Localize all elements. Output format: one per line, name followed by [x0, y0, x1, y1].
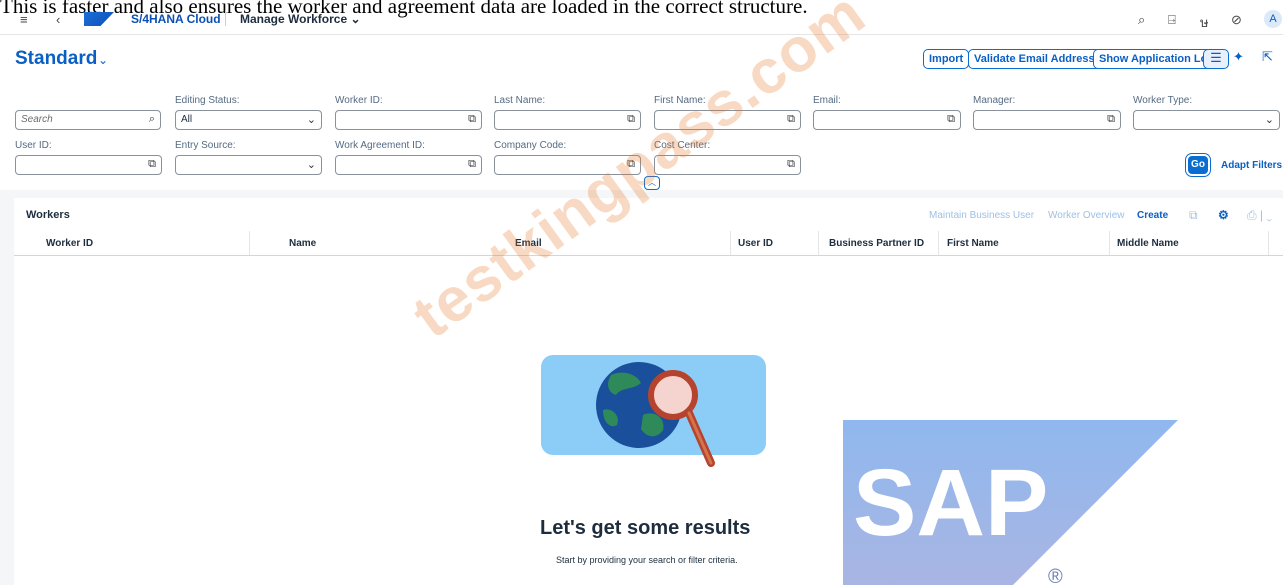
search-icon[interactable]: ⌕ [149, 113, 155, 126]
chevron-down-icon: ⌄ [350, 12, 361, 26]
import-button[interactable]: Import [923, 49, 970, 69]
worker-type-label: Worker Type: [1133, 95, 1193, 106]
value-help-icon[interactable]: ⧉ [787, 158, 795, 171]
chevron-down-icon[interactable]: ⌄ [98, 53, 108, 67]
panel-toggle-icon[interactable]: ☰ [1203, 49, 1229, 69]
variant-title[interactable]: Standard [15, 48, 97, 70]
app-title-menu[interactable]: Manage Workforce ⌄ [240, 12, 361, 26]
value-help-icon[interactable]: ⧉ [627, 158, 635, 171]
editing-status-label: Editing Status: [175, 95, 240, 106]
column-divider [730, 231, 731, 255]
column-header[interactable]: First Name [947, 238, 999, 249]
sap-logo-text: SAP [853, 450, 1048, 556]
maintain-business-user-button[interactable]: Maintain Business User [929, 210, 1034, 221]
worker-id-input[interactable]: ⧉ [335, 110, 482, 130]
worker-type-select[interactable]: ⌄ [1133, 110, 1280, 130]
value-help-icon[interactable]: ⧉ [947, 113, 955, 126]
value-help-icon[interactable]: ⧉ [787, 113, 795, 126]
settings-icon[interactable]: ⚙ [1218, 208, 1229, 222]
column-header[interactable]: Business Partner ID [829, 238, 924, 249]
column-divider [1109, 231, 1110, 255]
column-divider [1268, 231, 1269, 255]
sap-brand-logo: SAP ® [843, 420, 1178, 585]
value-help-icon[interactable]: ⧉ [627, 113, 635, 126]
column-divider [818, 231, 819, 255]
assistant-icon[interactable]: ษ [1200, 12, 1209, 33]
column-header[interactable]: Worker ID [46, 238, 93, 249]
empty-state-illustration [541, 355, 766, 467]
chevron-down-icon: ⌄ [306, 114, 316, 126]
app-title: Manage Workforce [240, 12, 348, 26]
validate-email-button[interactable]: Validate Email Addresses [968, 49, 1113, 69]
go-button[interactable]: Go [1188, 156, 1208, 174]
filter-bar: Search ⌕ Editing Status: All ⌄ Worker ID… [0, 90, 1283, 190]
notifications-icon[interactable]: ⍈ [1168, 12, 1176, 28]
menu-icon[interactable]: ≡ [20, 12, 28, 27]
cost-center-input[interactable]: ⧉ [654, 155, 801, 175]
first-name-label: First Name: [654, 95, 706, 106]
back-icon[interactable]: ‹ [56, 12, 60, 27]
chevron-down-icon: ⌄ [1264, 114, 1274, 126]
empty-state-title: Let's get some results [540, 517, 751, 539]
registered-mark: ® [1048, 566, 1063, 585]
column-divider [249, 231, 250, 255]
value-help-icon[interactable]: ⧉ [148, 158, 156, 171]
work-agreement-id-input[interactable]: ⧉ [335, 155, 482, 175]
copy-icon[interactable]: ⧉ [1189, 208, 1198, 223]
product-name: S/4HANA Cloud [131, 12, 221, 26]
worker-id-label: Worker ID: [335, 95, 383, 106]
first-name-input[interactable]: ⧉ [654, 110, 801, 130]
create-button[interactable]: Create [1137, 210, 1168, 221]
value-help-icon[interactable]: ⧉ [468, 113, 476, 126]
search-placeholder: Search [21, 114, 53, 125]
value-help-icon[interactable]: ⧉ [468, 158, 476, 171]
email-label: Email: [813, 95, 841, 106]
column-header[interactable]: User ID [738, 238, 773, 249]
shell-bar: ≡ ‹ S/4HANA Cloud Manage Workforce ⌄ ⌕ ⍈… [0, 8, 1283, 34]
export-icon[interactable]: ⎙ | ⌄ [1247, 208, 1272, 223]
show-log-button[interactable]: Show Application Log [1093, 49, 1221, 69]
company-code-input[interactable]: ⧉ [494, 155, 641, 175]
share-icon[interactable]: ⇱ [1262, 49, 1273, 69]
page-header: Standard ⌄ Import Validate Email Address… [0, 34, 1283, 82]
search-icon[interactable]: ⌕ [1138, 12, 1145, 28]
editing-status-value: All [181, 114, 193, 125]
column-divider [938, 231, 939, 255]
company-code-label: Company Code: [494, 140, 567, 151]
chevron-down-icon: ⌄ [306, 159, 316, 171]
last-name-label: Last Name: [494, 95, 546, 106]
cost-center-label: Cost Center: [654, 140, 711, 151]
user-id-input[interactable]: ⧉ [15, 155, 162, 175]
user-id-label: User ID: [15, 140, 52, 151]
column-header[interactable]: Name [289, 238, 316, 249]
ai-sparkle-icon[interactable]: ✦ [1233, 49, 1244, 69]
help-icon[interactable]: ⊘ [1231, 12, 1242, 28]
shell-divider [225, 10, 226, 26]
empty-state-subtitle: Start by providing your search or filter… [556, 555, 738, 565]
last-name-input[interactable]: ⧉ [494, 110, 641, 130]
sap-logo[interactable] [84, 12, 114, 26]
table-title: Workers [26, 209, 70, 221]
user-avatar[interactable]: A [1264, 10, 1282, 28]
search-input[interactable]: Search ⌕ [15, 110, 161, 130]
manager-input[interactable]: ⧉ [973, 110, 1121, 130]
column-header[interactable]: Middle Name [1117, 238, 1179, 249]
value-help-icon[interactable]: ⧉ [1107, 113, 1115, 126]
entry-source-select[interactable]: ⌄ [175, 155, 322, 175]
column-header[interactable]: Email [515, 238, 542, 249]
globe-magnifier-icon [596, 362, 715, 467]
worker-overview-button[interactable]: Worker Overview [1048, 210, 1125, 221]
collapse-header-icon[interactable]: ︿ [644, 176, 660, 190]
editing-status-select[interactable]: All ⌄ [175, 110, 322, 130]
work-agreement-id-label: Work Agreement ID: [335, 140, 425, 151]
adapt-filters-button[interactable]: Adapt Filters [1221, 160, 1282, 171]
entry-source-label: Entry Source: [175, 140, 236, 151]
manager-label: Manager: [973, 95, 1016, 106]
email-input[interactable]: ⧉ [813, 110, 961, 130]
table-header-row: Worker ID Name Email User ID Business Pa… [14, 231, 1283, 256]
